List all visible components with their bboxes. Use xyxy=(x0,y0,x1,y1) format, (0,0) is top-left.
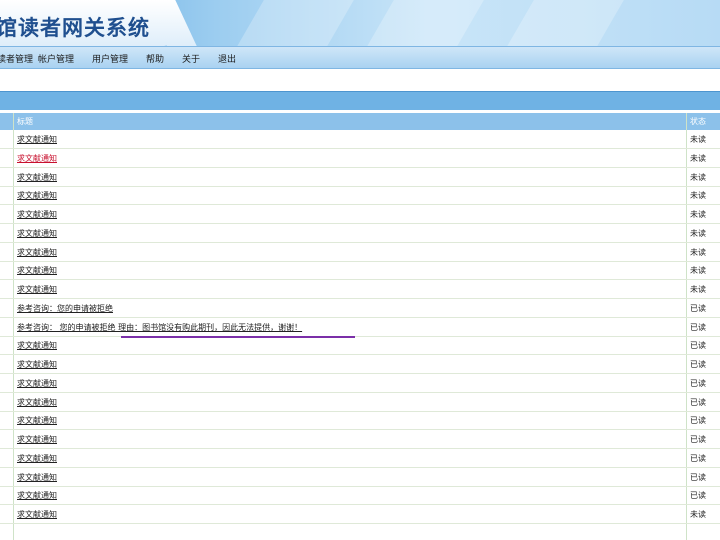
message-subject-link[interactable]: 求文献通知 xyxy=(17,134,57,145)
table-row[interactable]: 求文献通知 已读 xyxy=(0,393,720,412)
table-row[interactable]: 求文献通知 未读 xyxy=(0,261,720,281)
message-status: 未读 xyxy=(690,510,706,519)
message-subject-link[interactable]: 求文献通知 xyxy=(17,472,57,483)
message-status: 已读 xyxy=(690,397,706,407)
message-status: 未读 xyxy=(690,247,706,257)
table-row[interactable]: 求文献通知 未读 xyxy=(0,280,720,299)
app-title: 馆读者网关系统 xyxy=(0,16,150,40)
message-subject-link[interactable]: 参考咨询： 您的申请被拒绝 理由：图书馆没有购此期刊，因此无法提供，谢谢！ xyxy=(17,322,302,333)
message-status: 已读 xyxy=(690,453,706,463)
message-subject-link[interactable]: 求文献通知 xyxy=(17,397,57,408)
message-status: 未读 xyxy=(690,228,706,238)
table-row[interactable]: 求文献通知 已读 xyxy=(0,336,720,356)
section-band xyxy=(0,91,720,110)
message-subject-link[interactable]: 求文献通知 xyxy=(17,415,57,426)
message-subject-link[interactable]: 求文献通知 xyxy=(17,153,57,164)
message-subject-link[interactable]: 参考咨询：您的申请被拒绝 xyxy=(17,303,113,314)
message-status: 已读 xyxy=(690,341,706,351)
message-subject-link[interactable]: 求文献通知 xyxy=(17,490,57,501)
message-status: 未读 xyxy=(690,285,706,294)
message-status: 未读 xyxy=(690,135,706,144)
column-header-subject[interactable]: 标题 xyxy=(17,116,33,127)
table-row[interactable]: 求文献通知 已读 xyxy=(0,468,720,487)
menu-bar: 读者管理 帐户管理 用户管理 帮助 关于 退出 xyxy=(0,46,720,69)
message-status: 已读 xyxy=(690,435,706,444)
column-header-status[interactable]: 状态 xyxy=(690,116,706,127)
table-row[interactable]: 求文献通知 已读 xyxy=(0,486,720,506)
message-status: 已读 xyxy=(690,303,706,313)
message-status: 未读 xyxy=(690,172,706,182)
table-row[interactable]: 求文献通知 未读 xyxy=(0,130,720,149)
table-row[interactable]: 参考咨询： 您的申请被拒绝 理由：图书馆没有购此期刊，因此无法提供，谢谢！ 已读 xyxy=(0,318,720,337)
message-subject-link[interactable]: 求文献通知 xyxy=(17,359,57,370)
message-status: 未读 xyxy=(690,191,706,201)
message-subject-link[interactable]: 求文献通知 xyxy=(17,453,57,464)
table-row[interactable]: 求文献通知 未读 xyxy=(0,149,720,168)
message-subject-link[interactable]: 求文献通知 xyxy=(17,340,57,351)
message-status: 已读 xyxy=(690,416,706,426)
menu-item-account-management[interactable]: 帐户管理 xyxy=(38,52,74,65)
message-subject-link[interactable]: 求文献通知 xyxy=(17,378,57,389)
message-subject-link[interactable]: 求文献通知 xyxy=(17,172,57,183)
table-row[interactable]: 求文献通知 未读 xyxy=(0,205,720,224)
menu-item-user-management[interactable]: 用户管理 xyxy=(92,52,128,65)
message-subject-link[interactable]: 求文献通知 xyxy=(17,247,57,258)
message-subject-link[interactable]: 求文献通知 xyxy=(17,190,57,201)
message-subject-link[interactable]: 求文献通知 xyxy=(17,228,57,239)
app-header: 馆读者网关系统 xyxy=(0,0,720,46)
table-row[interactable]: 求文献通知 未读 xyxy=(0,186,720,206)
table-row[interactable]: 参考咨询：您的申请被拒绝 已读 xyxy=(0,299,720,318)
message-subject-link[interactable]: 求文献通知 xyxy=(17,209,57,220)
message-status: 未读 xyxy=(690,153,706,163)
header-decoration xyxy=(362,0,488,46)
message-subject-link[interactable]: 求文献通知 xyxy=(17,265,57,276)
table-row[interactable]: 求文献通知 未读 xyxy=(0,168,720,187)
table-row[interactable]: 求文献通知 已读 xyxy=(0,374,720,393)
message-status: 已读 xyxy=(690,378,706,388)
menu-item-about[interactable]: 关于 xyxy=(182,52,200,65)
table-row[interactable]: 求文献通知 已读 xyxy=(0,430,720,449)
header-decoration xyxy=(232,0,358,46)
message-status: 已读 xyxy=(690,322,706,332)
table-header: 标题 状态 xyxy=(0,113,720,130)
message-status: 已读 xyxy=(690,491,706,501)
message-status: 已读 xyxy=(690,360,706,369)
message-subject-link[interactable]: 求文献通知 xyxy=(17,434,57,445)
annotation-underline xyxy=(121,336,355,338)
menu-item-logout[interactable]: 退出 xyxy=(218,52,236,65)
message-status: 未读 xyxy=(690,210,706,219)
message-status: 已读 xyxy=(690,472,706,482)
table-row[interactable]: 求文献通知 未读 xyxy=(0,224,720,243)
table-row[interactable]: 求文献通知 已读 xyxy=(0,449,720,468)
table-row[interactable]: 求文献通知 已读 xyxy=(0,411,720,431)
message-table: 标题 状态 求文献通知 未读 求文献通知 未读 求文献通知 未读 求文献通知 未读 求文献通知未… xyxy=(0,113,720,540)
table-row[interactable]: 求文献通知 已读 xyxy=(0,355,720,374)
message-subject-link[interactable]: 求文献通知 xyxy=(17,284,57,295)
table-row[interactable]: 求文献通知 未读 xyxy=(0,243,720,262)
message-status: 未读 xyxy=(690,266,706,276)
table-row[interactable]: 求文献通知 未读 xyxy=(0,505,720,524)
message-subject-link[interactable]: 求文献通知 xyxy=(17,509,57,520)
header-decoration xyxy=(502,0,628,46)
menu-item-reader-management[interactable]: 读者管理 xyxy=(0,52,33,65)
menu-item-help[interactable]: 帮助 xyxy=(146,52,164,65)
